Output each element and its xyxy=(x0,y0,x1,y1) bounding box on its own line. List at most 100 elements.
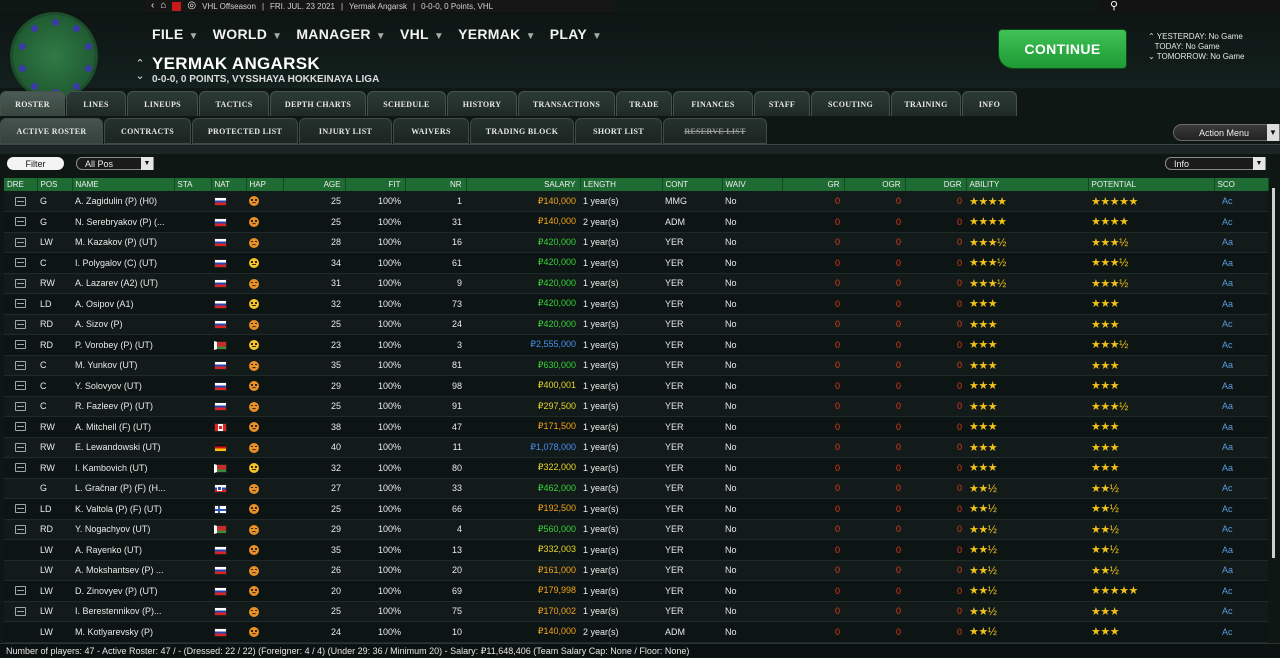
col-dre[interactable]: DRE xyxy=(4,178,38,191)
tab-schedule[interactable]: SCHEDULE xyxy=(367,91,446,116)
dressed-cell[interactable] xyxy=(4,212,37,233)
col-pos[interactable]: POS xyxy=(37,178,73,191)
col-salary[interactable]: SALARY xyxy=(466,178,581,191)
tab-lines[interactable]: LINES xyxy=(66,91,126,116)
table-row[interactable]: RD Y. Nogachyov (UT) 29 100% 4 ₽560,000 1 year… xyxy=(4,519,1268,540)
table-row[interactable]: LW D. Zinovyev (P) (UT) 20 100% 69 ₽179,998 1 … xyxy=(4,580,1268,602)
table-row[interactable]: LW M. Kotlyarevsky (P) 24 100% 10 ₽140,000 2 y… xyxy=(4,621,1268,642)
dressed-cell[interactable] xyxy=(4,396,37,417)
col-waiv[interactable]: WAIV xyxy=(722,178,783,191)
table-row[interactable]: C R. Fazleev (P) (UT) 25 100% 91 ₽297,500 1 ye… xyxy=(4,396,1268,417)
col-ability[interactable]: ABILITY xyxy=(966,178,1089,191)
dressed-cell[interactable] xyxy=(4,601,37,622)
col-length[interactable]: LENGTH xyxy=(580,178,663,191)
subtab-injury-list[interactable]: INJURY LIST xyxy=(299,118,392,144)
player-name[interactable]: P. Vorobey (P) (UT) xyxy=(72,335,174,356)
dressed-cell[interactable] xyxy=(4,294,37,315)
table-row[interactable]: LD K. Valtola (P) (F) (UT) 25 100% 66 ₽192,50… xyxy=(4,498,1268,520)
tab-tactics[interactable]: TACTICS xyxy=(199,91,269,116)
dressed-cell[interactable] xyxy=(4,335,37,356)
table-row[interactable]: LW M. Kazakov (P) (UT) 28 100% 16 ₽420,000 1 y… xyxy=(4,232,1268,253)
player-name[interactable]: Y. Solovyov (UT) xyxy=(72,376,174,397)
player-name[interactable]: I. Polygalov (C) (UT) xyxy=(72,253,174,274)
dressed-cell[interactable] xyxy=(4,273,37,294)
col-gr[interactable]: GR xyxy=(782,178,845,191)
dressed-cell[interactable] xyxy=(4,499,37,520)
table-row[interactable]: LD A. Osipov (A1) 32 100% 73 ₽420,000 1 year(s… xyxy=(4,293,1268,315)
table-row[interactable]: LW A. Mokshantsev (P) ... 26 100% 20 ₽161,000… xyxy=(4,560,1268,581)
col-hap[interactable]: HAP xyxy=(246,178,284,191)
dressed-cell[interactable] xyxy=(4,540,37,561)
filter-button[interactable]: Filter xyxy=(7,157,64,170)
player-name[interactable]: A. Mitchell (F) (UT) xyxy=(72,417,174,438)
menu-vhl[interactable]: VHL ▼ xyxy=(400,26,444,42)
scrollbar-thumb[interactable] xyxy=(1272,188,1275,558)
col-name[interactable]: NAME xyxy=(72,178,175,191)
player-name[interactable]: A. Mokshantsev (P) ... xyxy=(72,560,174,581)
news-icon[interactable] xyxy=(172,1,182,11)
col-cont[interactable]: CONT xyxy=(662,178,723,191)
player-name[interactable]: D. Zinovyev (P) (UT) xyxy=(72,581,174,602)
col-nr[interactable]: NR xyxy=(405,178,467,191)
tab-info[interactable]: INFO xyxy=(962,91,1017,116)
menu-play[interactable]: PLAY ▼ xyxy=(550,26,602,42)
table-row[interactable]: RW I. Kambovich (UT) 32 100% 80 ₽322,000 1 yea… xyxy=(4,457,1268,479)
player-name[interactable]: E. Lewandowski (UT) xyxy=(72,437,174,458)
home-icon[interactable]: ⌂ xyxy=(160,1,166,11)
player-name[interactable]: A. Lazarev (A2) (UT) xyxy=(72,273,174,294)
back-arrow-icon[interactable]: ‹ xyxy=(151,1,154,11)
table-row[interactable]: C Y. Solovyov (UT) 29 100% 98 ₽400,001 1 year(… xyxy=(4,375,1268,397)
player-name[interactable]: Y. Nogachyov (UT) xyxy=(72,519,174,540)
table-row[interactable]: LW I. Berestennikov (P)... 25 100% 75 ₽170,00… xyxy=(4,601,1268,622)
tab-roster[interactable]: ROSTER xyxy=(0,91,65,116)
player-name[interactable]: M. Yunkov (UT) xyxy=(72,355,174,376)
player-name[interactable]: M. Kazakov (P) (UT) xyxy=(72,232,174,253)
table-row[interactable]: C I. Polygalov (C) (UT) 34 100% 61 ₽420,000 1 … xyxy=(4,252,1268,274)
dressed-cell[interactable] xyxy=(4,437,37,458)
subtab-short-list[interactable]: SHORT LIST xyxy=(575,118,662,144)
dressed-cell[interactable] xyxy=(4,191,37,212)
player-name[interactable]: R. Fazleev (P) (UT) xyxy=(72,396,174,417)
table-row[interactable]: LW A. Rayenko (UT) 35 100% 13 ₽332,003 1 year(… xyxy=(4,539,1268,561)
dressed-cell[interactable] xyxy=(4,478,37,499)
col-sta[interactable]: STA xyxy=(174,178,212,191)
subtab-protected-list[interactable]: PROTECTED LIST xyxy=(192,118,298,144)
search-icon[interactable]: ⚲ xyxy=(1110,0,1118,12)
table-row[interactable]: RD P. Vorobey (P) (UT) 23 100% 3 ₽2,555,000 1 … xyxy=(4,334,1268,356)
vertical-scrollbar[interactable] xyxy=(1268,178,1278,640)
player-name[interactable]: L. Gračnar (P) (F) (H... xyxy=(72,478,174,499)
col-ogr[interactable]: OGR xyxy=(844,178,906,191)
tab-training[interactable]: TRAINING xyxy=(891,91,961,116)
dressed-cell[interactable] xyxy=(4,581,37,602)
table-row[interactable]: G A. Zagidulin (P) (H0) 25 100% 1 ₽140,000 1 y… xyxy=(4,191,1268,212)
col-dgr[interactable]: DGR xyxy=(905,178,967,191)
dressed-cell[interactable] xyxy=(4,253,37,274)
subtab-active-roster[interactable]: ACTIVE ROSTER xyxy=(0,118,103,144)
tab-transactions[interactable]: TRANSACTIONS xyxy=(518,91,615,116)
menu-world[interactable]: WORLD ▼ xyxy=(213,26,283,42)
action-menu[interactable]: Action Menu ▼ xyxy=(1173,124,1280,141)
tab-finances[interactable]: FINANCES xyxy=(673,91,753,116)
player-name[interactable]: K. Valtola (P) (F) (UT) xyxy=(72,499,174,520)
menu-manager[interactable]: MANAGER ▼ xyxy=(296,26,386,42)
subtab-contracts[interactable]: CONTRACTS xyxy=(104,118,191,144)
tab-trade[interactable]: TRADE xyxy=(616,91,672,116)
dressed-cell[interactable] xyxy=(4,458,37,479)
menu-file[interactable]: FILE ▼ xyxy=(152,26,199,42)
table-row[interactable]: RW A. Mitchell (F) (UT) 38 100% 47 ₽171,500 1 … xyxy=(4,416,1268,438)
continue-button[interactable]: CONTINUE xyxy=(999,30,1126,68)
col-potential[interactable]: POTENTIAL xyxy=(1088,178,1215,191)
player-name[interactable]: A. Osipov (A1) xyxy=(72,294,174,315)
dressed-cell[interactable] xyxy=(4,560,37,581)
table-row[interactable]: G L. Gračnar (P) (F) (H... 27 100% 33 ₽462,00… xyxy=(4,478,1268,499)
table-row[interactable]: RW A. Lazarev (A2) (UT) 31 100% 9 ₽420,000 1 y… xyxy=(4,273,1268,294)
dressed-cell[interactable] xyxy=(4,417,37,438)
tab-lineups[interactable]: LINEUPS xyxy=(127,91,198,116)
col-nat[interactable]: NAT xyxy=(211,178,247,191)
view-select[interactable]: Info ▼ xyxy=(1165,157,1266,170)
tab-scouting[interactable]: SCOUTING xyxy=(811,91,890,116)
player-name[interactable]: A. Zagidulin (P) (H0) xyxy=(72,191,174,212)
dressed-cell[interactable] xyxy=(4,314,37,335)
dressed-cell[interactable] xyxy=(4,376,37,397)
tab-staff[interactable]: STAFF xyxy=(754,91,810,116)
